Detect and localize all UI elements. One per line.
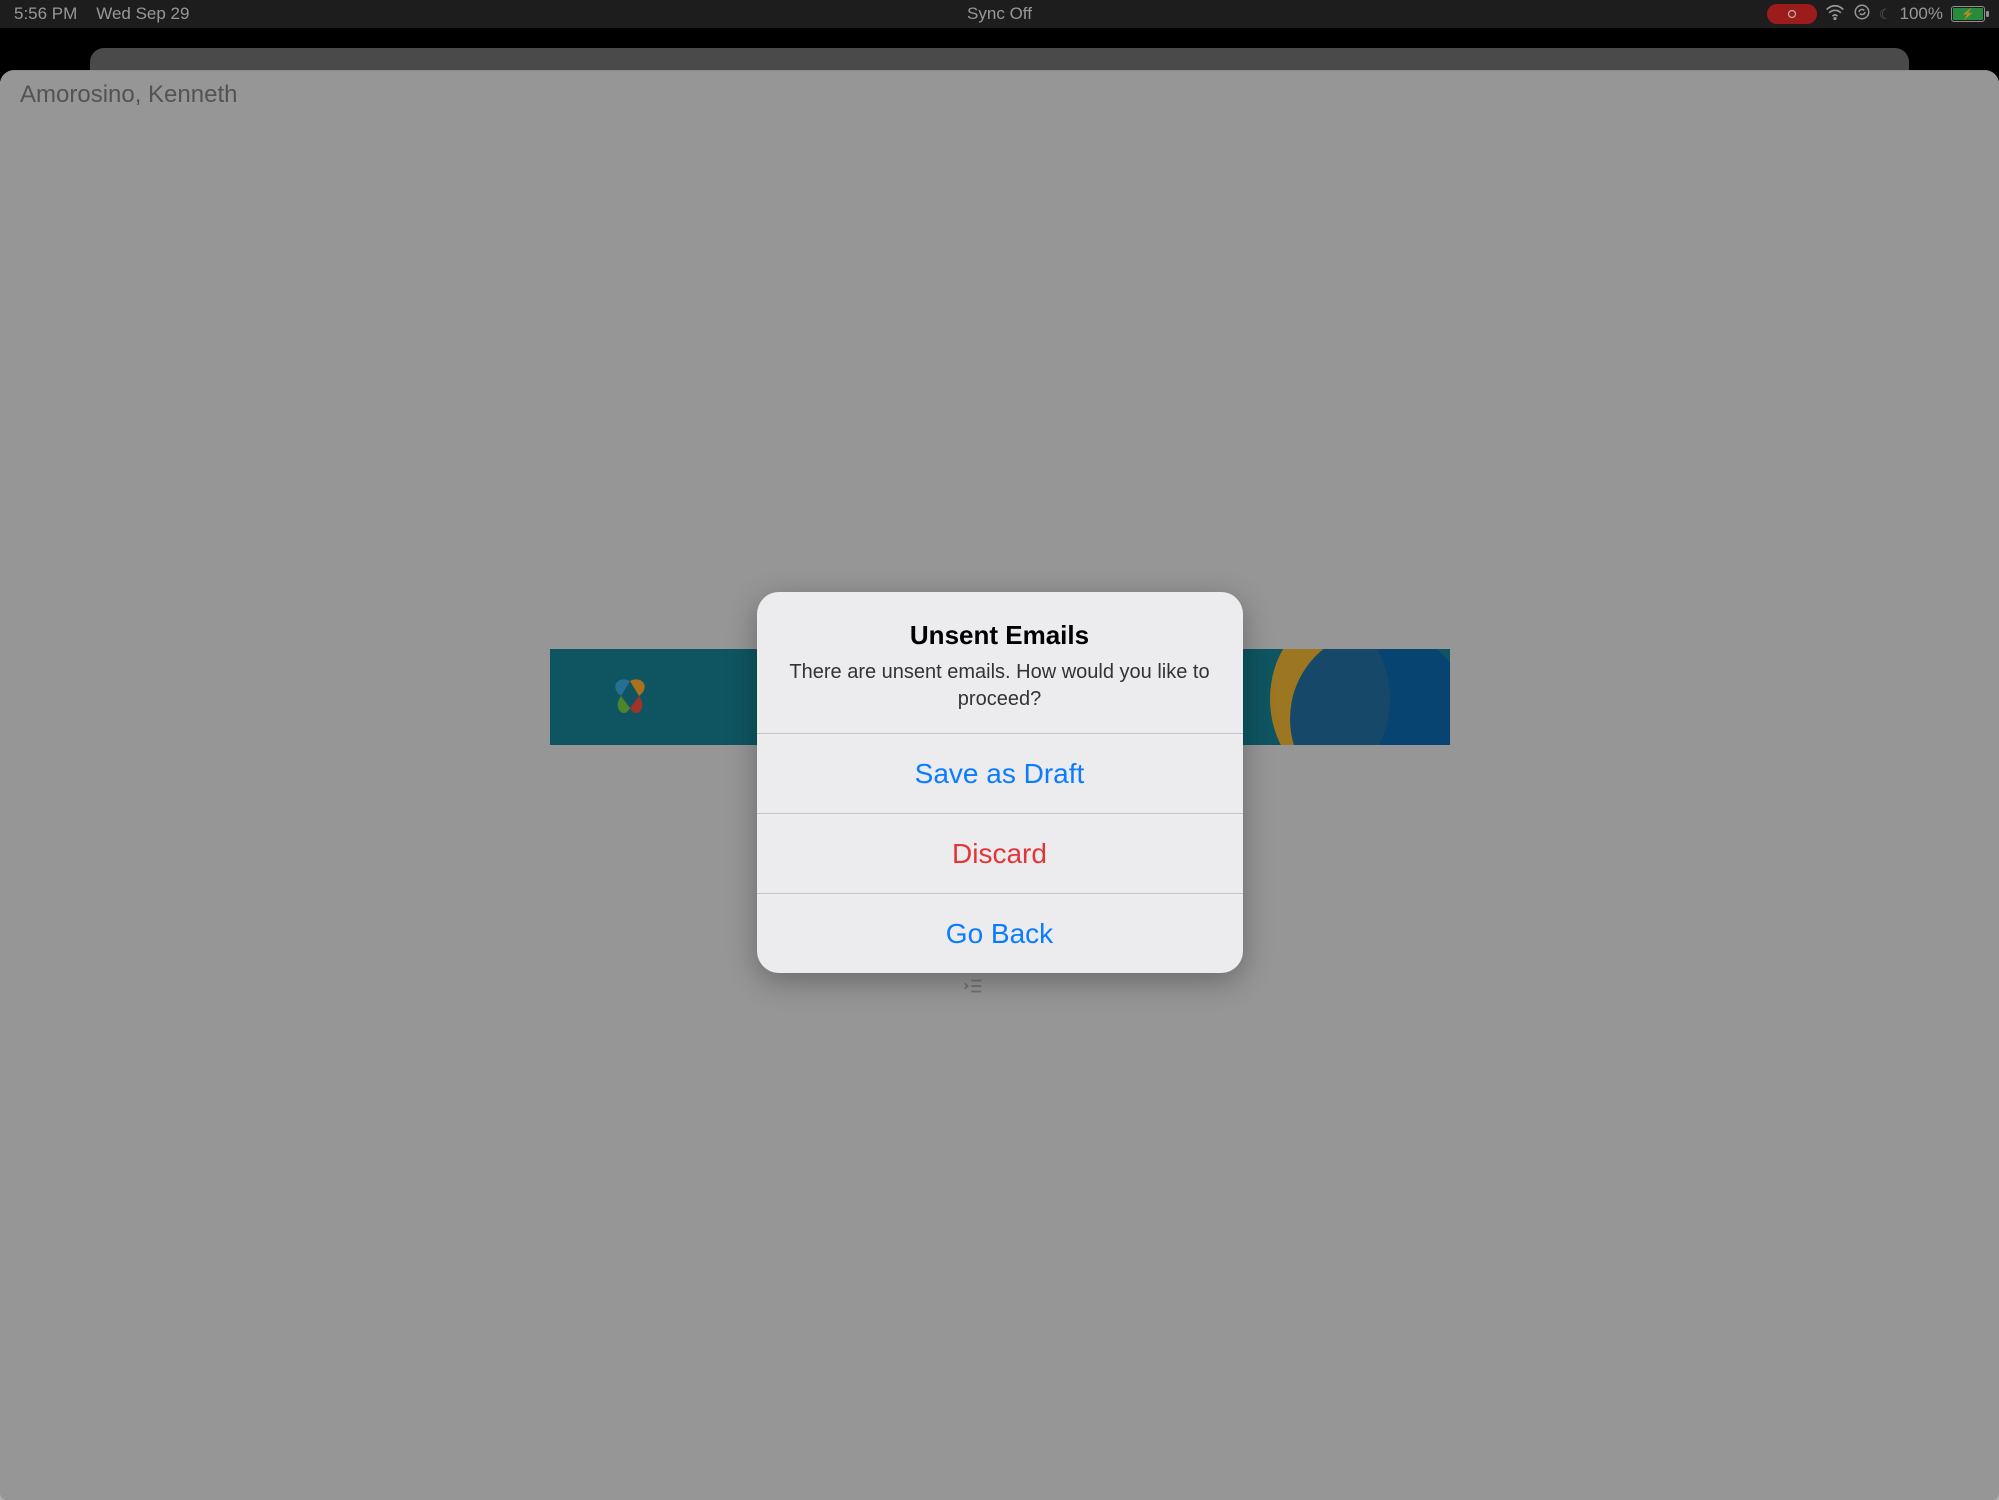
unsent-emails-alert: Unsent Emails There are unsent emails. H… xyxy=(757,592,1243,973)
discard-button[interactable]: Discard xyxy=(757,813,1243,893)
go-back-button[interactable]: Go Back xyxy=(757,893,1243,973)
alert-title: Unsent Emails xyxy=(785,620,1215,651)
save-as-draft-button[interactable]: Save as Draft xyxy=(757,733,1243,813)
alert-message: There are unsent emails. How would you l… xyxy=(785,659,1215,713)
alert-header: Unsent Emails There are unsent emails. H… xyxy=(757,592,1243,733)
